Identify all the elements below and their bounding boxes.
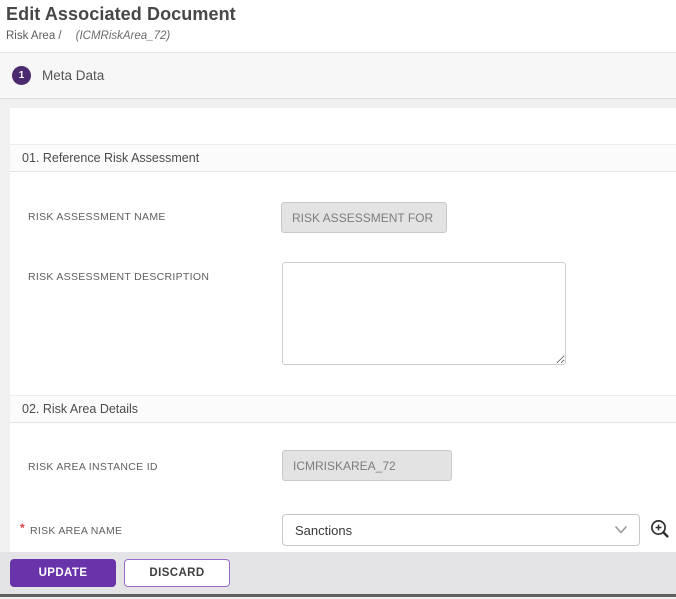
section-header-reference-risk-assessment: 01. Reference Risk Assessment [10, 144, 676, 172]
risk-assessment-description-label: RISK ASSESSMENT DESCRIPTION [28, 271, 209, 283]
risk-area-instance-id-input [282, 450, 452, 481]
breadcrumb-root[interactable]: Risk Area / [6, 30, 62, 42]
breadcrumb-current: (ICMRiskArea_72) [76, 30, 171, 42]
footer-action-bar: UPDATE DISCARD [0, 552, 676, 594]
risk-assessment-name-label: RISK ASSESSMENT NAME [28, 211, 166, 223]
risk-area-lookup-button[interactable] [648, 518, 672, 542]
chevron-down-icon [615, 526, 627, 534]
required-asterisk: * [20, 521, 25, 535]
window-bottom-edge [0, 594, 676, 597]
page-title: Edit Associated Document [6, 4, 236, 25]
risk-area-name-label: RISK AREA NAME [30, 525, 122, 537]
risk-area-instance-id-label: RISK AREA INSTANCE ID [28, 461, 158, 473]
page-header: Edit Associated Document Risk Area / (ICM… [0, 0, 676, 52]
discard-button[interactable]: DISCARD [124, 559, 230, 587]
risk-assessment-name-input [281, 202, 447, 233]
section-header-risk-area-details: 02. Risk Area Details [10, 395, 676, 423]
zoom-in-icon [649, 518, 671, 540]
breadcrumb: Risk Area / (ICMRiskArea_72) [6, 30, 170, 42]
form-card: 01. Reference Risk Assessment RISK ASSES… [10, 108, 676, 552]
risk-area-name-selected-value: Sanctions [295, 523, 615, 538]
risk-assessment-description-textarea[interactable] [282, 262, 566, 365]
step-header-meta-data[interactable]: 1 Meta Data [0, 52, 676, 99]
risk-area-name-select[interactable]: Sanctions [282, 514, 640, 546]
step-label: Meta Data [42, 68, 104, 83]
step-number-icon: 1 [12, 66, 31, 85]
update-button[interactable]: UPDATE [10, 559, 116, 587]
